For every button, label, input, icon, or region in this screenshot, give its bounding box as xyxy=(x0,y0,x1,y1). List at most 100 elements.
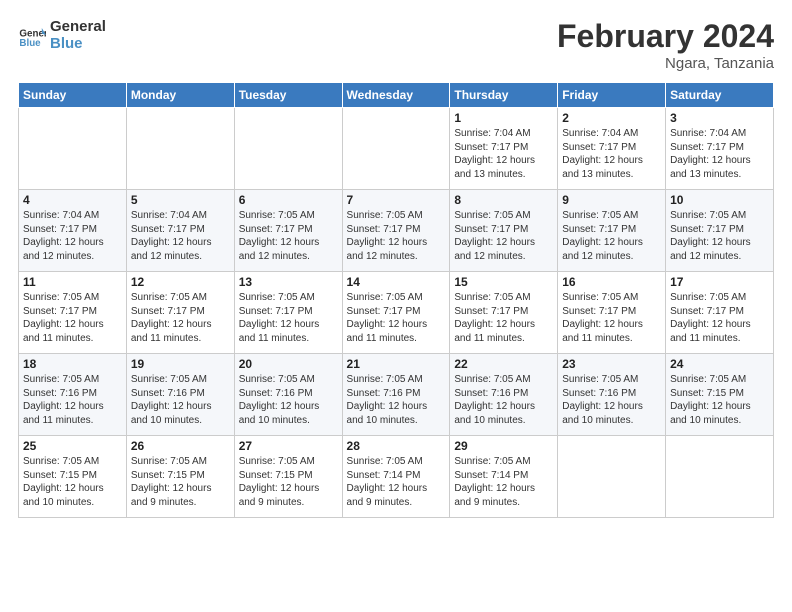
day-number: 12 xyxy=(131,275,230,289)
calendar-cell xyxy=(19,108,127,190)
day-number: 10 xyxy=(670,193,769,207)
day-info: Sunrise: 7:04 AM Sunset: 7:17 PM Dayligh… xyxy=(562,127,661,181)
calendar-cell xyxy=(126,108,234,190)
calendar-week-row: 25 Sunrise: 7:05 AM Sunset: 7:15 PM Dayli… xyxy=(19,436,774,518)
calendar-cell: 4 Sunrise: 7:04 AM Sunset: 7:17 PM Daylig… xyxy=(19,190,127,272)
calendar-cell: 16 Sunrise: 7:05 AM Sunset: 7:17 PM Dayli… xyxy=(558,272,666,354)
calendar-cell: 1 Sunrise: 7:04 AM Sunset: 7:17 PM Daylig… xyxy=(450,108,558,190)
day-number: 25 xyxy=(23,439,122,453)
calendar-cell: 27Sunrise: 7:05 AM Sunset: 7:15 PM Dayli… xyxy=(234,436,342,518)
day-number: 22 xyxy=(454,357,553,371)
header: General Blue General Blue February 2024 … xyxy=(18,18,774,72)
day-info: Sunrise: 7:05 AM Sunset: 7:17 PM Dayligh… xyxy=(670,291,769,345)
calendar-header-row: SundayMondayTuesdayWednesdayThursdayFrid… xyxy=(19,83,774,108)
calendar-cell: 8 Sunrise: 7:05 AM Sunset: 7:17 PM Daylig… xyxy=(450,190,558,272)
day-info: Sunrise: 7:05 AM Sunset: 7:17 PM Dayligh… xyxy=(239,291,338,345)
calendar-cell xyxy=(666,436,774,518)
calendar-cell: 26 Sunrise: 7:05 AM Sunset: 7:15 PM Dayli… xyxy=(126,436,234,518)
day-info: Sunrise: 7:05 AM Sunset: 7:17 PM Dayligh… xyxy=(23,291,122,345)
calendar-cell: 15 Sunrise: 7:05 AM Sunset: 7:17 PM Dayli… xyxy=(450,272,558,354)
day-info: Sunrise: 7:05 AM Sunset: 7:15 PM Dayligh… xyxy=(239,455,338,509)
day-number: 9 xyxy=(562,193,661,207)
day-info: Sunrise: 7:04 AM Sunset: 7:17 PM Dayligh… xyxy=(131,209,230,263)
calendar-cell: 3 Sunrise: 7:04 AM Sunset: 7:17 PM Daylig… xyxy=(666,108,774,190)
day-number: 28 xyxy=(347,439,446,453)
calendar-cell: 20 Sunrise: 7:05 AM Sunset: 7:16 PM Dayli… xyxy=(234,354,342,436)
day-number: 5 xyxy=(131,193,230,207)
day-number: 18 xyxy=(23,357,122,371)
day-number: 26 xyxy=(131,439,230,453)
day-info: Sunrise: 7:05 AM Sunset: 7:16 PM Dayligh… xyxy=(239,373,338,427)
calendar-week-row: 4 Sunrise: 7:04 AM Sunset: 7:17 PM Daylig… xyxy=(19,190,774,272)
logo-line2: Blue xyxy=(50,35,106,52)
calendar-cell xyxy=(234,108,342,190)
day-number: 6 xyxy=(239,193,338,207)
day-info: Sunrise: 7:05 AM Sunset: 7:14 PM Dayligh… xyxy=(347,455,446,509)
calendar-cell: 25 Sunrise: 7:05 AM Sunset: 7:15 PM Dayli… xyxy=(19,436,127,518)
day-number: 13 xyxy=(239,275,338,289)
day-info: Sunrise: 7:05 AM Sunset: 7:17 PM Dayligh… xyxy=(454,291,553,345)
day-info: Sunrise: 7:05 AM Sunset: 7:16 PM Dayligh… xyxy=(131,373,230,427)
day-number: 17 xyxy=(670,275,769,289)
day-info: Sunrise: 7:05 AM Sunset: 7:17 PM Dayligh… xyxy=(562,291,661,345)
calendar-cell: 22 Sunrise: 7:05 AM Sunset: 7:16 PM Dayli… xyxy=(450,354,558,436)
day-number: 29 xyxy=(454,439,553,453)
calendar-cell: 2 Sunrise: 7:04 AM Sunset: 7:17 PM Daylig… xyxy=(558,108,666,190)
calendar-cell: 13 Sunrise: 7:05 AM Sunset: 7:17 PM Dayli… xyxy=(234,272,342,354)
day-info: Sunrise: 7:05 AM Sunset: 7:17 PM Dayligh… xyxy=(347,291,446,345)
calendar-cell: 28 Sunrise: 7:05 AM Sunset: 7:14 PM Dayli… xyxy=(342,436,450,518)
logo: General Blue General Blue xyxy=(18,18,106,53)
day-info: Sunrise: 7:05 AM Sunset: 7:16 PM Dayligh… xyxy=(454,373,553,427)
day-of-week-header: Sunday xyxy=(19,83,127,108)
calendar-cell: 19Sunrise: 7:05 AM Sunset: 7:16 PM Dayli… xyxy=(126,354,234,436)
day-number: 24 xyxy=(670,357,769,371)
calendar-cell xyxy=(342,108,450,190)
day-number: 4 xyxy=(23,193,122,207)
day-info: Sunrise: 7:05 AM Sunset: 7:14 PM Dayligh… xyxy=(454,455,553,509)
calendar-cell: 17 Sunrise: 7:05 AM Sunset: 7:17 PM Dayli… xyxy=(666,272,774,354)
day-info: Sunrise: 7:05 AM Sunset: 7:17 PM Dayligh… xyxy=(347,209,446,263)
day-number: 16 xyxy=(562,275,661,289)
calendar-week-row: 1 Sunrise: 7:04 AM Sunset: 7:17 PM Daylig… xyxy=(19,108,774,190)
title-block: February 2024 Ngara, Tanzania xyxy=(557,18,774,72)
day-number: 2 xyxy=(562,111,661,125)
day-of-week-header: Monday xyxy=(126,83,234,108)
calendar-cell: 23 Sunrise: 7:05 AM Sunset: 7:16 PM Dayli… xyxy=(558,354,666,436)
day-of-week-header: Tuesday xyxy=(234,83,342,108)
day-info: Sunrise: 7:05 AM Sunset: 7:17 PM Dayligh… xyxy=(239,209,338,263)
day-info: Sunrise: 7:05 AM Sunset: 7:17 PM Dayligh… xyxy=(454,209,553,263)
day-info: Sunrise: 7:05 AM Sunset: 7:17 PM Dayligh… xyxy=(670,209,769,263)
calendar-week-row: 18 Sunrise: 7:05 AM Sunset: 7:16 PM Dayli… xyxy=(19,354,774,436)
day-number: 15 xyxy=(454,275,553,289)
calendar-cell: 18Sunrise: 7:05 AM Sunset: 7:16 PM Dayli… xyxy=(19,354,127,436)
day-info: Sunrise: 7:05 AM Sunset: 7:15 PM Dayligh… xyxy=(23,455,122,509)
day-info: Sunrise: 7:04 AM Sunset: 7:17 PM Dayligh… xyxy=(454,127,553,181)
day-number: 23 xyxy=(562,357,661,371)
calendar-cell: 7 Sunrise: 7:05 AM Sunset: 7:17 PM Daylig… xyxy=(342,190,450,272)
day-number: 8 xyxy=(454,193,553,207)
day-number: 7 xyxy=(347,193,446,207)
calendar-cell: 5 Sunrise: 7:04 AM Sunset: 7:17 PM Daylig… xyxy=(126,190,234,272)
day-number: 20 xyxy=(239,357,338,371)
calendar-cell: 21Sunrise: 7:05 AM Sunset: 7:16 PM Dayli… xyxy=(342,354,450,436)
calendar-cell: 9 Sunrise: 7:05 AM Sunset: 7:17 PM Daylig… xyxy=(558,190,666,272)
calendar-cell: 29 Sunrise: 7:05 AM Sunset: 7:14 PM Dayli… xyxy=(450,436,558,518)
calendar-table: SundayMondayTuesdayWednesdayThursdayFrid… xyxy=(18,82,774,518)
day-info: Sunrise: 7:05 AM Sunset: 7:15 PM Dayligh… xyxy=(670,373,769,427)
page: General Blue General Blue February 2024 … xyxy=(0,0,792,528)
day-number: 1 xyxy=(454,111,553,125)
logo-line1: General xyxy=(50,18,106,35)
calendar-cell: 6 Sunrise: 7:05 AM Sunset: 7:17 PM Daylig… xyxy=(234,190,342,272)
day-info: Sunrise: 7:05 AM Sunset: 7:16 PM Dayligh… xyxy=(562,373,661,427)
day-info: Sunrise: 7:05 AM Sunset: 7:17 PM Dayligh… xyxy=(562,209,661,263)
day-info: Sunrise: 7:04 AM Sunset: 7:17 PM Dayligh… xyxy=(670,127,769,181)
day-info: Sunrise: 7:05 AM Sunset: 7:15 PM Dayligh… xyxy=(131,455,230,509)
month-year: February 2024 xyxy=(557,18,774,55)
logo-icon: General Blue xyxy=(18,21,46,49)
day-info: Sunrise: 7:04 AM Sunset: 7:17 PM Dayligh… xyxy=(23,209,122,263)
day-number: 3 xyxy=(670,111,769,125)
day-of-week-header: Thursday xyxy=(450,83,558,108)
calendar-cell: 24 Sunrise: 7:05 AM Sunset: 7:15 PM Dayli… xyxy=(666,354,774,436)
day-info: Sunrise: 7:05 AM Sunset: 7:16 PM Dayligh… xyxy=(347,373,446,427)
calendar-cell: 14Sunrise: 7:05 AM Sunset: 7:17 PM Dayli… xyxy=(342,272,450,354)
